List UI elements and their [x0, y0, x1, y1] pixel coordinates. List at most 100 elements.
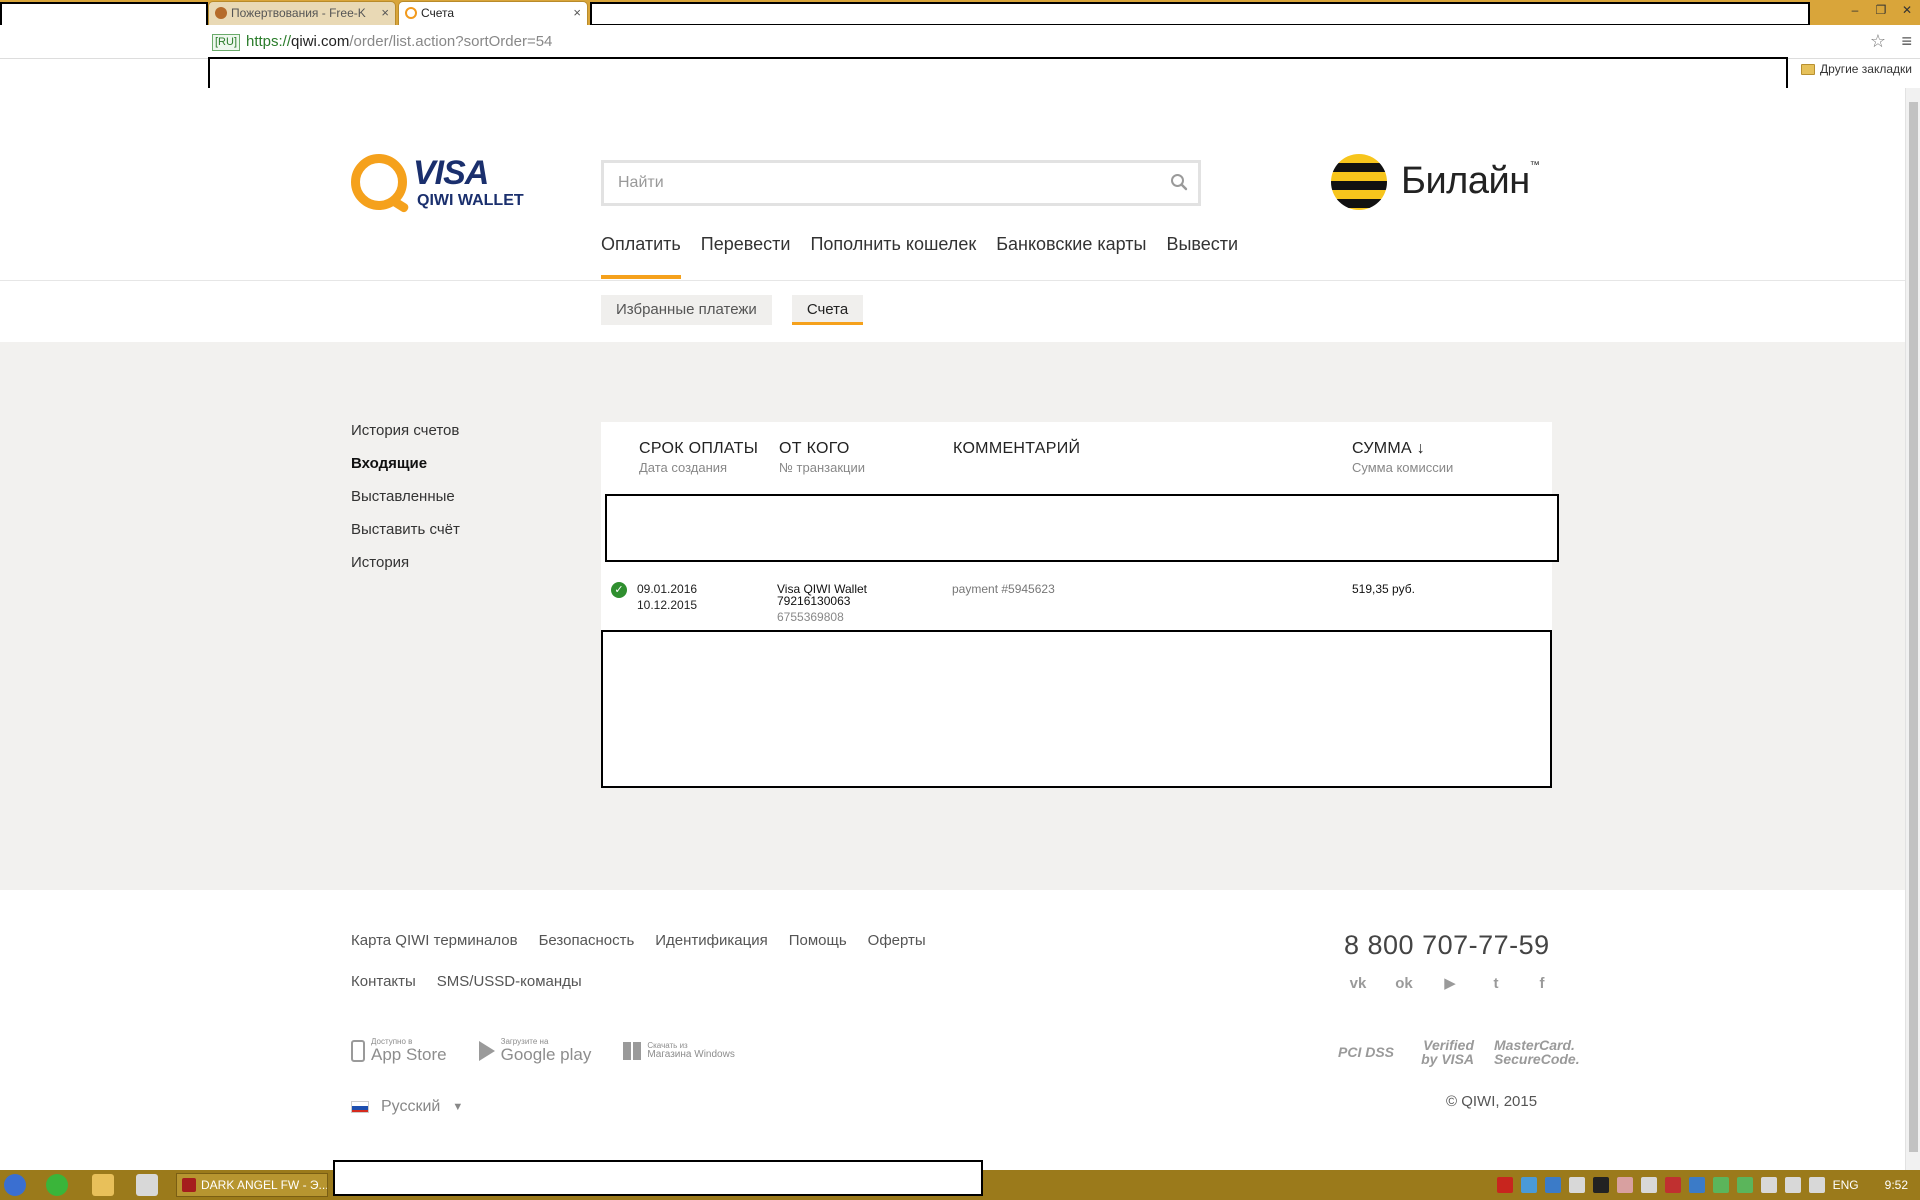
qiwi-favicon-icon	[405, 7, 417, 19]
nav-top-up[interactable]: Пополнить кошелек	[810, 234, 976, 279]
header-divider	[0, 280, 1905, 281]
main-nav: Оплатить Перевести Пополнить кошелек Бан…	[601, 234, 1238, 279]
footer-link-offers[interactable]: Оферты	[868, 932, 926, 949]
tray-icon[interactable]	[1592, 1177, 1609, 1193]
created-date: 10.12.2015	[637, 598, 698, 612]
skype-icon[interactable]	[1544, 1177, 1561, 1193]
other-bookmarks-label: Другие закладки	[1820, 62, 1912, 76]
footer-link-help[interactable]: Помощь	[789, 932, 847, 949]
nav-transfer[interactable]: Перевести	[701, 234, 791, 279]
taskbar-app-button[interactable]: DARK ANGEL FW - Э...	[176, 1173, 328, 1197]
url-path: /order/list.action?sortOrder=54	[349, 33, 553, 50]
mastercard-securecode-logo: MasterCard. SecureCode.	[1494, 1037, 1580, 1067]
google-play-badge[interactable]: Загрузите на Google play	[478, 1038, 591, 1063]
url-field[interactable]: https://qiwi.com/order/list.action?sortO…	[246, 33, 552, 50]
tab-title: Счета	[421, 6, 455, 20]
transaction-number: 6755369808	[777, 610, 844, 624]
sidebar-item-issued[interactable]: Выставленные	[351, 488, 460, 505]
column-header-from[interactable]: ОТ КОГО	[779, 440, 850, 458]
subnav-invoices[interactable]: Счета	[791, 295, 864, 325]
search-input[interactable]	[618, 171, 1158, 195]
browser-tab-invoices[interactable]: Счета ×	[398, 1, 588, 25]
footer-link-identification[interactable]: Идентификация	[655, 932, 767, 949]
windows-store-badge[interactable]: Скачать из Магазина Windows	[623, 1041, 735, 1060]
beeline-banner[interactable]: Билайн™	[1331, 154, 1541, 212]
volume-icon[interactable]	[1784, 1177, 1801, 1193]
tray-icon[interactable]	[1736, 1177, 1753, 1193]
flag-icon[interactable]	[1808, 1177, 1825, 1193]
tray-icon[interactable]	[1616, 1177, 1633, 1193]
menu-icon[interactable]: ≡	[1901, 31, 1912, 52]
beeline-logo-icon	[1331, 154, 1387, 210]
nav-withdraw[interactable]: Вывести	[1166, 234, 1238, 279]
tray-icon[interactable]	[1664, 1177, 1681, 1193]
sender-phone: 79216130063	[777, 594, 851, 608]
sidebar-item-create-invoice[interactable]: Выставить счёт	[351, 521, 460, 538]
column-subheader-created: Дата создания	[639, 460, 728, 475]
beeline-name: Билайн	[1401, 160, 1530, 202]
acrobat-icon[interactable]	[1496, 1177, 1513, 1193]
payment-sum: 519,35 руб.	[1352, 582, 1415, 596]
footer-link-security[interactable]: Безопасность	[539, 932, 635, 949]
scrollbar-thumb[interactable]	[1909, 102, 1918, 1152]
invoices-section: История счетов Входящие Выставленные Выс…	[0, 342, 1905, 890]
tray-icon[interactable]	[1712, 1177, 1729, 1193]
sidebar: История счетов Входящие Выставленные Выс…	[351, 422, 460, 587]
site-favicon-icon	[215, 7, 227, 19]
odnoklassniki-icon[interactable]: ok	[1392, 974, 1416, 994]
sub-nav: Избранные платежи Счета	[601, 295, 864, 325]
sidebar-item-history[interactable]: История	[351, 554, 460, 571]
check-icon: ✓	[611, 582, 627, 598]
chrome-icon[interactable]	[1520, 1177, 1537, 1193]
footer-link-terminals-map[interactable]: Карта QIWI терминалов	[351, 932, 518, 949]
sidebar-item-incoming[interactable]: Входящие	[351, 455, 460, 472]
visa-qiwi-wallet-logo[interactable]: VISA QIWI WALLET	[351, 152, 531, 222]
network-icon[interactable]	[1760, 1177, 1777, 1193]
green-app-icon[interactable]	[46, 1174, 68, 1196]
app-window-icon	[182, 1178, 196, 1192]
search-icon[interactable]	[1170, 173, 1188, 191]
nav-pay[interactable]: Оплатить	[601, 234, 681, 279]
subnav-favorites[interactable]: Избранные платежи	[601, 295, 772, 325]
app-store-badge[interactable]: Доступно в App Store	[351, 1038, 447, 1063]
footer-link-contacts[interactable]: Контакты	[351, 973, 416, 990]
windows-icon	[623, 1041, 642, 1060]
page-scrollbar[interactable]	[1905, 88, 1920, 1170]
close-tab-icon[interactable]: ×	[573, 2, 581, 24]
google-play-icon	[478, 1040, 495, 1061]
tray-icon[interactable]	[1688, 1177, 1705, 1193]
start-button-icon[interactable]	[4, 1174, 26, 1196]
bookmark-star-icon[interactable]: ☆	[1870, 31, 1886, 52]
system-tray: ENG 9:52	[1496, 1170, 1920, 1200]
tray-icon[interactable]	[1568, 1177, 1585, 1193]
youtube-icon[interactable]: ▶	[1438, 974, 1462, 994]
tray-icon[interactable]	[1640, 1177, 1657, 1193]
vk-icon[interactable]: vk	[1346, 974, 1370, 994]
trademark-sign: ™	[1529, 160, 1540, 171]
other-bookmarks-button[interactable]: Другие закладки	[1801, 62, 1912, 76]
file-explorer-icon[interactable]	[92, 1174, 114, 1196]
close-tab-icon[interactable]: ×	[381, 2, 389, 24]
facebook-icon[interactable]: f	[1530, 974, 1554, 994]
social-links: vk ok ▶ t f	[1346, 974, 1554, 994]
table-row[interactable]: ✓ 09.01.2016 10.12.2015 Visa QIWI Wallet…	[601, 572, 1552, 632]
redacted-area	[605, 494, 1559, 562]
language-selector[interactable]: Русский ▼	[351, 1098, 463, 1116]
clock[interactable]: 9:52	[1885, 1178, 1908, 1192]
nav-bank-cards[interactable]: Банковские карты	[996, 234, 1146, 279]
minimize-icon[interactable]: –	[1842, 0, 1868, 22]
copyright: © QIWI, 2015	[1446, 1093, 1538, 1110]
url-scheme: https://	[246, 33, 292, 50]
twitter-icon[interactable]: t	[1484, 974, 1508, 994]
browser-tab-donations[interactable]: Пожертвования - Free-K ×	[208, 1, 396, 25]
close-window-icon[interactable]: ✕	[1894, 0, 1920, 22]
restore-icon[interactable]: ❐	[1868, 0, 1894, 22]
phone-icon	[351, 1039, 365, 1062]
sidebar-item-invoice-history[interactable]: История счетов	[351, 422, 460, 439]
footer-link-sms-ussd[interactable]: SMS/USSD-команды	[437, 973, 582, 990]
column-subheader-transaction: № транзакции	[779, 460, 865, 475]
input-language[interactable]: ENG	[1833, 1178, 1859, 1192]
column-header-due[interactable]: СРОК ОПЛАТЫ	[639, 440, 758, 458]
app-icon[interactable]	[136, 1174, 158, 1196]
column-header-sum[interactable]: СУММА ↓	[1352, 440, 1425, 458]
